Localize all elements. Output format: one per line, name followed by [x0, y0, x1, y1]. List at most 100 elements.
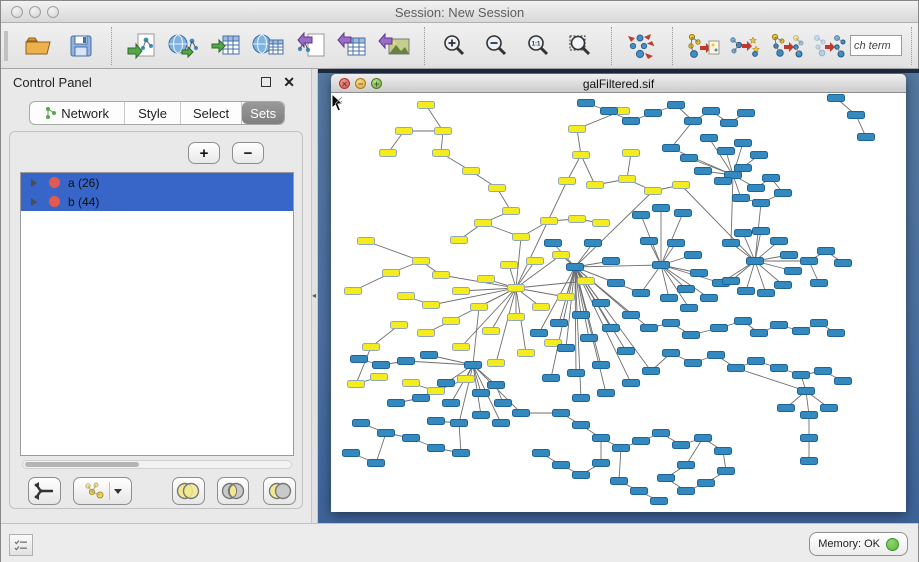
export-image-button[interactable] — [373, 26, 415, 66]
network-node[interactable] — [501, 262, 518, 269]
network-node[interactable] — [463, 168, 480, 175]
network-edge[interactable] — [566, 267, 575, 348]
network-node[interactable] — [678, 286, 695, 293]
network-node[interactable] — [828, 95, 845, 102]
network-node[interactable] — [663, 320, 680, 327]
search-input[interactable] — [850, 35, 902, 56]
network-node[interactable] — [453, 344, 470, 351]
network-node[interactable] — [573, 472, 590, 479]
create-set-dropdown-button[interactable] — [73, 477, 132, 505]
network-node[interactable] — [821, 405, 838, 412]
list-item[interactable]: b (44) — [21, 192, 293, 211]
difference-sets-button[interactable] — [263, 477, 296, 505]
network-node[interactable] — [641, 325, 658, 332]
network-node[interactable] — [663, 350, 680, 357]
network-node[interactable] — [493, 420, 510, 427]
tab-network[interactable]: Network — [30, 102, 125, 124]
network-edge[interactable] — [671, 121, 693, 148]
network-node[interactable] — [568, 370, 585, 377]
network-node[interactable] — [623, 312, 640, 319]
network-node[interactable] — [858, 134, 875, 141]
network-node[interactable] — [488, 360, 505, 367]
network-node[interactable] — [553, 410, 570, 417]
network-node[interactable] — [723, 240, 740, 247]
network-node[interactable] — [587, 182, 604, 189]
network-node[interactable] — [418, 102, 435, 109]
network-edge[interactable] — [356, 347, 371, 384]
network-node[interactable] — [435, 128, 452, 135]
export-network-button[interactable] — [289, 26, 331, 66]
network-node[interactable] — [603, 325, 620, 332]
network-node[interactable] — [396, 128, 413, 135]
network-node[interactable] — [735, 165, 752, 172]
network-edge[interactable] — [581, 155, 595, 185]
network-node[interactable] — [508, 285, 525, 292]
network-node[interactable] — [771, 322, 788, 329]
network-node[interactable] — [643, 368, 660, 375]
network-node[interactable] — [383, 270, 400, 277]
network-node[interactable] — [801, 435, 818, 442]
expander-triangle-icon[interactable] — [31, 198, 37, 206]
network-node[interactable] — [701, 135, 718, 142]
show-selection-button[interactable] — [766, 26, 808, 66]
network-node[interactable] — [801, 412, 818, 419]
network-node[interactable] — [573, 312, 590, 319]
network-node[interactable] — [683, 332, 700, 339]
network-node[interactable] — [781, 252, 798, 259]
network-node[interactable] — [363, 344, 380, 351]
network-node[interactable] — [691, 270, 708, 277]
network-node[interactable] — [475, 220, 492, 227]
network-node[interactable] — [818, 248, 835, 255]
intersect-sets-button[interactable] — [217, 477, 250, 505]
network-node[interactable] — [433, 150, 450, 157]
network-node[interactable] — [811, 280, 828, 287]
network-node[interactable] — [715, 178, 732, 185]
export-table-button[interactable] — [331, 26, 373, 66]
network-node[interactable] — [811, 320, 828, 327]
network-node[interactable] — [598, 390, 615, 397]
apply-layout-button[interactable] — [621, 26, 663, 66]
network-node[interactable] — [681, 305, 698, 312]
network-node[interactable] — [373, 362, 390, 369]
network-node[interactable] — [631, 488, 648, 495]
network-node[interactable] — [573, 152, 590, 159]
network-node[interactable] — [793, 328, 810, 335]
split-sets-button[interactable] — [28, 477, 61, 505]
network-node[interactable] — [678, 488, 695, 495]
network-node[interactable] — [715, 448, 732, 455]
network-node[interactable] — [553, 462, 570, 469]
network-window[interactable]: × − + galFiltered.sif — [331, 74, 906, 512]
network-node[interactable] — [438, 380, 455, 387]
network-node[interactable] — [513, 234, 530, 241]
network-node[interactable] — [753, 228, 770, 235]
network-node[interactable] — [828, 330, 845, 337]
network-node[interactable] — [541, 218, 558, 225]
network-node[interactable] — [613, 445, 630, 452]
network-node[interactable] — [718, 148, 735, 155]
network-node[interactable] — [653, 262, 670, 269]
new-network-from-selection-button[interactable] — [682, 26, 724, 66]
network-node[interactable] — [593, 460, 610, 467]
zoom-out-button[interactable] — [476, 26, 518, 66]
hide-selection-button[interactable] — [808, 26, 850, 66]
network-node[interactable] — [558, 294, 575, 301]
network-canvas[interactable] — [331, 93, 904, 510]
network-node[interactable] — [633, 290, 650, 297]
network-node[interactable] — [531, 330, 548, 337]
zoom-fit-button[interactable]: 1:1 — [518, 26, 560, 66]
collapse-panel-icon[interactable]: ◂ — [312, 291, 316, 300]
network-node[interactable] — [623, 380, 640, 387]
network-node[interactable] — [558, 345, 575, 352]
network-node[interactable] — [733, 195, 750, 202]
network-window-titlebar[interactable]: × − + galFiltered.sif — [331, 74, 906, 93]
network-node[interactable] — [545, 240, 562, 247]
network-node[interactable] — [753, 200, 770, 207]
horizontal-scrollbar[interactable] — [22, 460, 292, 469]
network-node[interactable] — [645, 188, 662, 195]
network-node[interactable] — [641, 238, 658, 245]
network-node[interactable] — [533, 450, 550, 457]
network-node[interactable] — [351, 356, 368, 363]
network-node[interactable] — [581, 335, 598, 342]
network-node[interactable] — [645, 110, 662, 117]
network-node[interactable] — [569, 126, 586, 133]
